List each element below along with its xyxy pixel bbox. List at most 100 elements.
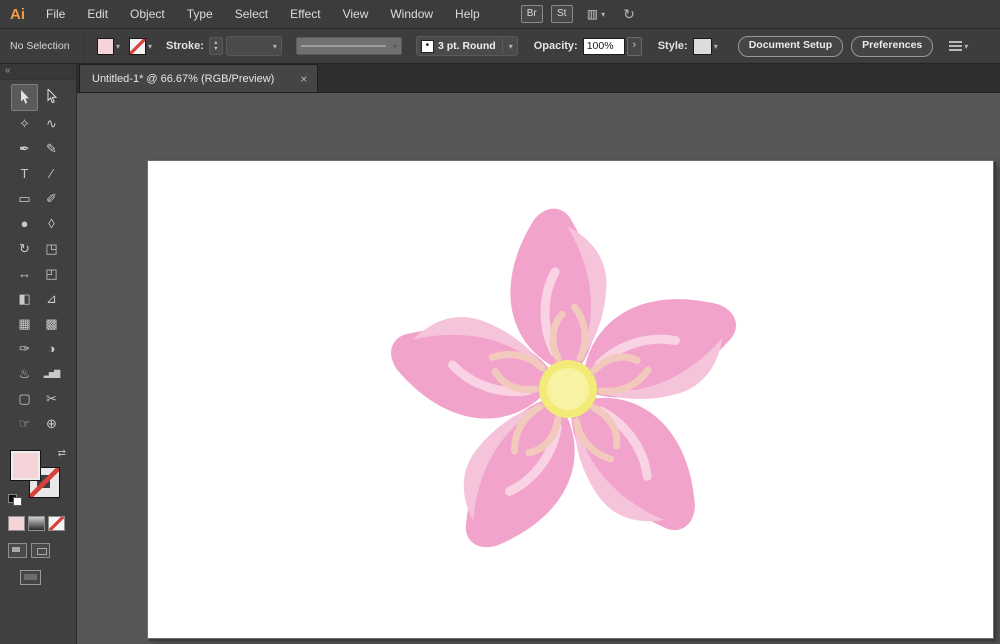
- tool-slice[interactable]: ✂: [38, 386, 65, 411]
- default-fill-stroke-icon[interactable]: [8, 494, 22, 506]
- document-tab[interactable]: Untitled-1* @ 66.67% (RGB/Preview) ×: [79, 64, 318, 92]
- tool-blob-brush[interactable]: ●: [11, 211, 38, 236]
- tool-column-graph[interactable]: ▂▅▇: [38, 361, 65, 386]
- fill-swatch-icon[interactable]: [97, 38, 114, 55]
- stroke-weight-stepper[interactable]: ▴ ▾: [209, 37, 223, 55]
- menu-bar: Ai File Edit Object Type Select Effect V…: [0, 0, 1000, 29]
- stepper-down-icon[interactable]: ▾: [214, 46, 217, 52]
- tool-line-segment[interactable]: ∕: [38, 161, 65, 186]
- mesh-icon: ▦: [18, 316, 30, 332]
- document-setup-button[interactable]: Document Setup: [738, 36, 843, 57]
- chevron-down-icon[interactable]: ▾: [148, 42, 152, 51]
- tool-magic-wand[interactable]: ✧: [11, 111, 38, 136]
- line-segment-icon: ∕: [50, 166, 52, 181]
- tool-gradient[interactable]: ▩: [38, 311, 65, 336]
- chevron-down-icon[interactable]: ▾: [964, 42, 968, 51]
- eraser-icon: ◊: [48, 216, 54, 231]
- paintbrush-icon: ✐: [46, 191, 57, 207]
- menu-window[interactable]: Window: [379, 0, 444, 28]
- fill-color-control[interactable]: ▾: [97, 38, 120, 55]
- preferences-button[interactable]: Preferences: [851, 36, 933, 57]
- chevron-down-icon[interactable]: ▾: [714, 42, 718, 51]
- chevron-down-icon[interactable]: ▾: [509, 42, 513, 51]
- control-bar: No Selection ▾ ▾ Stroke: ▴ ▾ ▾ ▾ • 3 pt.…: [0, 29, 1000, 64]
- artboard-icon: ▢: [18, 391, 30, 407]
- menu-view[interactable]: View: [332, 0, 380, 28]
- artboard[interactable]: [147, 160, 994, 639]
- tab-close-icon[interactable]: ×: [300, 72, 307, 86]
- collapse-panel-icon[interactable]: «: [5, 65, 11, 76]
- swap-fill-stroke-icon[interactable]: ⇄: [58, 448, 66, 459]
- tool-direct-selection[interactable]: [38, 84, 65, 109]
- gradient-mode-button[interactable]: [28, 516, 45, 531]
- tool-eyedropper[interactable]: ✑: [11, 336, 38, 361]
- menu-file[interactable]: File: [35, 0, 76, 28]
- color-mode-button[interactable]: [8, 516, 25, 531]
- screen-mode-icon: [24, 574, 37, 580]
- menu-edit[interactable]: Edit: [76, 0, 119, 28]
- tool-pencil[interactable]: ✎: [38, 136, 65, 161]
- slice-icon: ✂: [46, 391, 57, 407]
- menu-type[interactable]: Type: [176, 0, 224, 28]
- tools-panel-header[interactable]: «: [0, 64, 76, 80]
- stroke-weight-label: Stroke:: [166, 40, 204, 52]
- tool-lasso[interactable]: ∿: [38, 111, 65, 136]
- tool-type[interactable]: T: [11, 161, 38, 186]
- paint-mode-row: [0, 516, 76, 531]
- tool-free-transform[interactable]: ◰: [38, 261, 65, 286]
- stroke-weight-combo[interactable]: ▾: [226, 36, 282, 56]
- tool-blend[interactable]: ◑: [38, 336, 65, 361]
- stroke-color-control[interactable]: ▾: [129, 38, 152, 55]
- chevron-down-icon[interactable]: ▾: [116, 42, 120, 51]
- brush-definition-dropdown[interactable]: • 3 pt. Round ▾: [416, 36, 518, 56]
- pasteboard[interactable]: [77, 93, 1000, 644]
- style-label: Style:: [658, 40, 688, 52]
- align-options-icon[interactable]: [949, 41, 962, 51]
- tool-eraser[interactable]: ◊: [38, 211, 65, 236]
- illustrator-window: Ai File Edit Object Type Select Effect V…: [0, 0, 1000, 644]
- tool-paintbrush[interactable]: ✐: [38, 186, 65, 211]
- magic-wand-icon: ✧: [19, 116, 30, 132]
- tool-selection[interactable]: [11, 84, 38, 111]
- menu-help[interactable]: Help: [444, 0, 491, 28]
- tool-hand[interactable]: ☞: [11, 411, 38, 436]
- width-profile-dropdown[interactable]: ▾: [296, 37, 402, 55]
- chevron-down-icon: ▾: [273, 42, 277, 51]
- draw-normal-button[interactable]: [8, 543, 27, 558]
- menu-effect[interactable]: Effect: [279, 0, 331, 28]
- tool-zoom[interactable]: ⊕: [38, 411, 65, 436]
- draw-behind-button[interactable]: [31, 543, 50, 558]
- tool-scale[interactable]: ◳: [38, 236, 65, 261]
- tool-rotate[interactable]: ↻: [11, 236, 38, 261]
- none-mode-button[interactable]: [48, 516, 65, 531]
- menu-object[interactable]: Object: [119, 0, 176, 28]
- workspace-switcher[interactable]: ▥ ▾: [587, 7, 605, 21]
- tool-artboard[interactable]: ▢: [11, 386, 38, 411]
- fill-swatch[interactable]: [10, 450, 41, 481]
- workspace: « ✧ ∿ ✒ ✎ T ∕ ▭: [0, 64, 1000, 644]
- tool-pen[interactable]: ✒: [11, 136, 38, 161]
- tool-symbol-sprayer[interactable]: ♨: [11, 361, 38, 386]
- graphic-style-swatch[interactable]: [693, 38, 712, 55]
- sync-icon[interactable]: ↻: [623, 6, 635, 23]
- br-button[interactable]: Br: [521, 5, 543, 23]
- perspective-grid-icon: ⊿: [46, 291, 57, 307]
- opacity-label: Opacity:: [534, 40, 578, 52]
- tool-width[interactable]: ↔: [11, 261, 38, 286]
- document-area: Untitled-1* @ 66.67% (RGB/Preview) ×: [77, 64, 1000, 644]
- app-logo: Ai: [0, 6, 35, 23]
- screen-mode-button[interactable]: [20, 570, 41, 585]
- opacity-panel-arrow[interactable]: ›: [627, 37, 642, 56]
- flower-artwork[interactable]: [378, 199, 758, 579]
- tab-strip: Untitled-1* @ 66.67% (RGB/Preview) ×: [77, 64, 1000, 93]
- menu-select[interactable]: Select: [224, 0, 279, 28]
- tool-mesh[interactable]: ▦: [11, 311, 38, 336]
- brush-preset-name: 3 pt. Round: [438, 40, 496, 52]
- stroke-none-swatch-icon[interactable]: [129, 38, 146, 55]
- opacity-input[interactable]: 100%: [583, 38, 625, 55]
- tool-perspective-grid[interactable]: ⊿: [38, 286, 65, 311]
- tool-shape-builder[interactable]: ◧: [11, 286, 38, 311]
- tool-rectangle[interactable]: ▭: [11, 186, 38, 211]
- lasso-icon: ∿: [46, 116, 57, 132]
- st-button[interactable]: St: [551, 5, 573, 23]
